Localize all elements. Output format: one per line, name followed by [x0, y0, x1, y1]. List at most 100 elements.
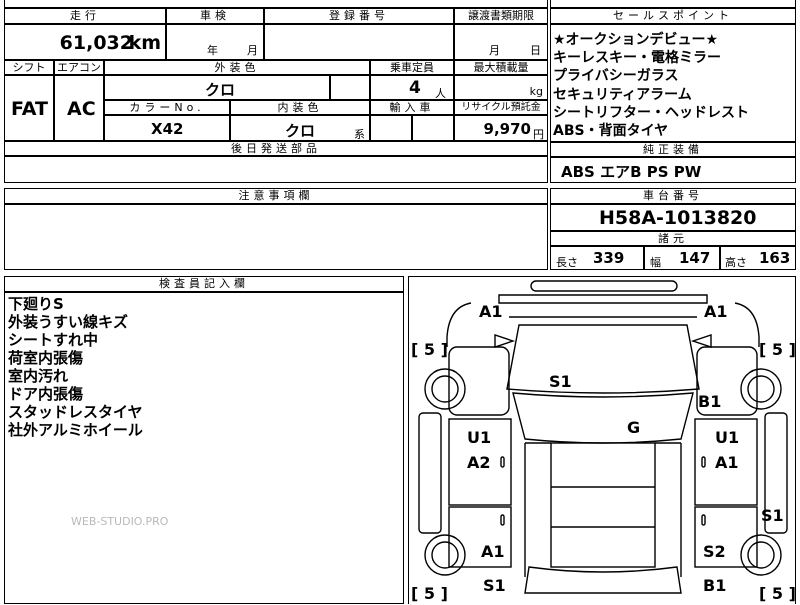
- color-no-header: カラーNo.: [104, 100, 230, 115]
- chassis-value: H58A-1013820: [599, 207, 757, 229]
- sales-point: セキュリティアラーム: [553, 86, 692, 103]
- spec-width-cell: 幅 147: [644, 246, 720, 270]
- inspector-comment: 社外アルミホイール: [8, 421, 143, 439]
- registration-cell: [264, 24, 454, 60]
- shift-cell: FAT: [4, 75, 54, 141]
- transfer-deadline-cell: 月 日: [454, 24, 548, 60]
- damage-mark: A2: [467, 453, 491, 472]
- spec-length-label: 長さ: [556, 256, 578, 269]
- left-front-wheel: [424, 368, 466, 410]
- inspection-month-unit: 月: [247, 44, 258, 57]
- damage-mark: S1: [483, 576, 506, 595]
- damage-mark: S1: [761, 506, 784, 525]
- spec-width-value: 147: [679, 249, 711, 267]
- inspector-comment: ドア内張傷: [8, 385, 84, 403]
- specs-header: 諸元: [550, 231, 796, 246]
- damage-mark: S1: [549, 372, 572, 391]
- spec-width-label: 幅: [650, 256, 661, 269]
- transfer-month-label: 月: [489, 44, 500, 57]
- damage-mark: A1: [704, 302, 728, 321]
- damage-mark: B1: [698, 392, 721, 411]
- sales-points-header: セールスポイント: [550, 8, 796, 24]
- sales-point: キーレスキー・電格ミラー: [553, 50, 721, 67]
- inspection-cell: 年 月: [166, 24, 264, 60]
- recycle-header: リサイクル預託金: [454, 100, 548, 115]
- damage-mark: A1: [481, 542, 505, 561]
- inspector-comment: スタッドレスタイヤ: [8, 403, 143, 421]
- tire-tread-mark: [ 5 ]: [411, 584, 448, 603]
- later-parts-cell: [4, 156, 548, 183]
- aircon-value: AC: [67, 98, 96, 120]
- mileage-value: 61,032: [59, 32, 133, 54]
- transfer-deadline-header: 譲渡書類期限: [454, 8, 548, 24]
- notes-box: [4, 204, 548, 270]
- capacity-header: 乗車定員: [370, 60, 454, 75]
- tire-tread-mark: [ 5 ]: [411, 340, 448, 359]
- inspector-comment: 室内汚れ: [8, 367, 69, 385]
- front-bumper-strip: [530, 280, 678, 292]
- inspector-comment: 荷室内張傷: [8, 349, 84, 367]
- left-sill: [418, 412, 442, 534]
- import-cell-a: [370, 115, 412, 141]
- left-rear-wheel: [424, 534, 466, 576]
- spec-length-cell: 長さ 339: [550, 246, 644, 270]
- watermark: WEB-STUDIO.PRO: [71, 515, 169, 528]
- top-cut-row-right: [550, 0, 796, 8]
- car-diagram-box: A1 A1 [ 5 ] [ 5 ] S1 B1 G U1 A2 U1 A1 S1…: [408, 276, 796, 604]
- damage-mark: A1: [479, 302, 503, 321]
- import-header: 輸入車: [370, 100, 454, 115]
- inspector-comment: シートすれ中: [8, 331, 99, 349]
- damage-mark: B1: [703, 576, 726, 595]
- right-rear-wheel: [740, 534, 782, 576]
- inspection-header: 車検: [166, 8, 264, 24]
- chassis-box: H58A-1013820: [550, 204, 796, 231]
- interior-color-value: クロ: [285, 122, 316, 140]
- transfer-day-label: 日: [530, 44, 541, 57]
- inspector-comment: 下廻りS: [8, 295, 64, 313]
- equipment-header: 純正装備: [550, 142, 796, 157]
- registration-header: 登録番号: [264, 8, 454, 24]
- exterior-color-cell: クロ: [104, 75, 330, 100]
- recycle-cell: 9,970 円: [454, 115, 548, 141]
- equipment-box: ABS エアB PS PW: [550, 157, 796, 183]
- capacity-unit: 人: [435, 87, 446, 100]
- sales-point: ABS・背面タイヤ: [553, 123, 669, 140]
- sales-points-list: ★オークションデビュー★ キーレスキー・電格ミラー プライバシーガラス セキュリ…: [553, 31, 749, 140]
- roof-lines: [551, 486, 655, 528]
- color-no-cell: X42: [104, 115, 230, 141]
- chassis-header: 車台番号: [550, 188, 796, 204]
- interior-color-cell: クロ 系: [230, 115, 370, 141]
- max-load-header: 最大積載量: [454, 60, 548, 75]
- spec-height-label: 高さ: [725, 256, 747, 269]
- capacity-value: 4: [409, 78, 421, 98]
- inspector-comment: 外装うすい線キズ: [8, 313, 129, 331]
- mirrors: [494, 334, 712, 348]
- interior-color-suffix: 系: [354, 128, 365, 141]
- windshield: [512, 392, 694, 444]
- damage-mark: U1: [467, 428, 491, 447]
- rear-window: [524, 566, 682, 594]
- exterior-color-header: 外装色: [104, 60, 370, 75]
- sales-points-box: ★オークションデビュー★ キーレスキー・電格ミラー プライバシーガラス セキュリ…: [550, 24, 796, 142]
- mileage-cell: 61,032 km: [4, 24, 166, 60]
- tire-tread-mark: [ 5 ]: [759, 340, 796, 359]
- load-unit: kg: [529, 85, 543, 98]
- damage-mark: A1: [715, 453, 739, 472]
- aircon-cell: AC: [54, 75, 104, 141]
- inspector-comments: 下廻りS 外装うすい線キズ シートすれ中 荷室内張傷 室内汚れ ドア内張傷 スタ…: [8, 295, 143, 439]
- sales-point: シートリフター・ヘッドレスト: [553, 104, 749, 121]
- top-cut-row: [4, 0, 548, 8]
- max-load-cell: kg: [454, 75, 548, 100]
- recycle-unit: 円: [533, 128, 544, 141]
- damage-mark: U1: [715, 428, 739, 447]
- shift-value: FAT: [11, 98, 48, 120]
- notes-header: 注意事項欄: [4, 188, 548, 204]
- inspector-header: 検査員記入欄: [4, 276, 404, 292]
- inspector-box: 下廻りS 外装うすい線キズ シートすれ中 荷室内張傷 室内汚れ ドア内張傷 スタ…: [4, 292, 404, 604]
- damage-mark: G: [627, 418, 640, 437]
- tire-tread-mark: [ 5 ]: [759, 584, 796, 603]
- import-cell-b: [412, 115, 454, 141]
- car-diagram: A1 A1 [ 5 ] [ 5 ] S1 B1 G U1 A2 U1 A1 S1…: [411, 280, 796, 603]
- damage-mark: S2: [703, 542, 726, 561]
- spec-length-value: 339: [593, 249, 625, 267]
